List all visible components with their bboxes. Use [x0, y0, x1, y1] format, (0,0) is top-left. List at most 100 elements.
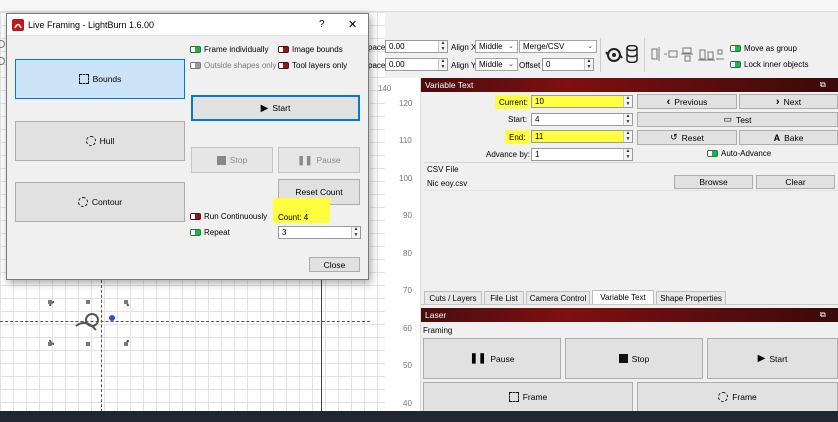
distribute-icons[interactable]	[650, 46, 724, 62]
merge-csv-select[interactable]: Merge/CSV ⌄	[519, 40, 597, 53]
align-x-select[interactable]: Middle ⌄	[475, 40, 518, 53]
tool-layers-switch[interactable]	[278, 62, 289, 70]
ruler-mark: 70	[403, 286, 412, 295]
reset-button[interactable]: ↺ Reset	[637, 130, 737, 145]
toolbar-separator-2	[644, 38, 645, 72]
align-y-select[interactable]: Middle ⌄	[475, 58, 518, 71]
hull-mode-button[interactable]: Hull	[15, 121, 185, 161]
count-label: Count: 4	[278, 213, 309, 222]
csv-file-name: Nic eoy.csv	[427, 179, 468, 188]
ruler-mark: 50	[403, 361, 412, 370]
frame-individually-label: Frame individually	[204, 45, 269, 54]
outside-shapes-label: Outside shapes only	[204, 61, 277, 70]
ruler-mark: 110	[399, 136, 412, 145]
tab-camera-control[interactable]: Camera Control	[526, 291, 590, 304]
laser-header: Laser	[421, 308, 838, 322]
run-continuously-switch[interactable]	[190, 213, 201, 221]
run-continuously-label: Run Continuously	[204, 212, 268, 221]
frame-individually-toggle[interactable]: Frame individually	[190, 45, 268, 54]
pause-button[interactable]: ❚❚ Pause	[278, 147, 360, 173]
move-as-group-label: Move as group	[744, 44, 797, 53]
csv-divider	[424, 162, 838, 163]
lock-inner-toggle[interactable]: Lock inner objects	[730, 60, 808, 69]
image-bounds-toggle[interactable]: Image bounds	[278, 45, 343, 54]
start-button[interactable]: ▶ Start	[191, 95, 360, 121]
close-button[interactable]: Close	[309, 257, 360, 272]
clear-button[interactable]: Clear	[756, 175, 835, 189]
panel-float-icon[interactable]: ⧉	[820, 80, 826, 90]
outside-shapes-toggle[interactable]: Outside shapes only	[190, 61, 277, 70]
auto-advance-switch[interactable]	[707, 150, 718, 158]
test-button[interactable]: ▭ Test	[637, 112, 838, 127]
database-icon[interactable]	[626, 45, 638, 63]
auto-advance-toggle[interactable]: Auto-Advance	[707, 149, 771, 158]
ruler-mark-140: 140	[378, 84, 392, 93]
image-bounds-switch[interactable]	[278, 46, 289, 54]
dialog-title: Live Framing - LightBurn 1.6.00	[28, 20, 155, 30]
tab-cuts-layers[interactable]: Cuts / Layers	[424, 291, 482, 304]
ruler-mark: 40	[403, 399, 412, 408]
pause-icon: ❚❚	[469, 353, 487, 364]
laser-float-icon[interactable]: ⧉	[820, 310, 826, 320]
top-strip	[0, 0, 838, 12]
next-button[interactable]: › Next	[739, 94, 838, 109]
previous-button[interactable]: ‹ Previous	[637, 94, 737, 109]
selected-shape-icon[interactable]	[40, 292, 140, 354]
frame-individually-switch[interactable]	[190, 46, 201, 54]
repeat-label: Repeat	[204, 228, 230, 237]
advance-by-field[interactable]: 1 ▲ ▼	[531, 148, 633, 161]
help-button[interactable]: ?	[319, 19, 325, 30]
repeat-field[interactable]: 3 ▲ ▼	[278, 226, 361, 239]
tab-file-list[interactable]: File List	[484, 291, 524, 304]
space-field-2[interactable]: 0.00 ▲ ▼	[385, 58, 448, 71]
offset-field[interactable]: 0 ▲ ▼	[542, 58, 594, 71]
current-field[interactable]: 10 ▲ ▼	[531, 95, 633, 108]
repeat-toggle[interactable]: Repeat	[190, 228, 230, 237]
tab-variable-text[interactable]: Variable Text	[592, 290, 654, 304]
contour-mode-button[interactable]: Contour	[15, 182, 185, 222]
ruler-mark: 60	[403, 324, 412, 333]
hull-icon	[85, 136, 96, 146]
ruler-mark: 120	[399, 99, 413, 108]
bounds-mode-button[interactable]: Bounds	[15, 59, 185, 99]
laser-stop-button[interactable]: Stop	[565, 338, 703, 379]
tabs-baseline	[421, 304, 838, 305]
toolbar-separator	[600, 38, 601, 72]
end-field[interactable]: 11 ▲ ▼	[531, 130, 633, 143]
play-icon: ▶	[260, 102, 269, 114]
run-continuously-toggle[interactable]: Run Continuously	[190, 212, 267, 221]
move-as-group-switch[interactable]	[730, 45, 741, 53]
outside-shapes-switch[interactable]	[190, 62, 201, 70]
align-y-label: Align Y	[451, 61, 477, 70]
offset-label: Offset	[519, 61, 541, 70]
move-as-group-toggle[interactable]: Move as group	[730, 44, 797, 53]
space-label-1: pace	[368, 43, 386, 52]
space-label-2: pace	[368, 61, 386, 70]
browse-button[interactable]: Browse	[674, 175, 753, 189]
chevron-left-icon: ‹	[666, 95, 671, 108]
frame-rect-icon	[508, 392, 519, 402]
laser-start-button[interactable]: ▶ Start	[707, 338, 838, 379]
frame-circle-icon	[718, 392, 729, 402]
stop-button[interactable]: Stop	[191, 147, 273, 173]
laser-pause-button[interactable]: ❚❚ Pause	[423, 338, 561, 379]
bake-button[interactable]: A Bake	[739, 130, 838, 145]
lock-inner-switch[interactable]	[730, 61, 741, 69]
tool-layers-toggle[interactable]: Tool layers only	[278, 61, 347, 70]
rotary-icon[interactable]	[605, 46, 623, 64]
csv-list-area	[424, 190, 838, 290]
lightburn-logo-icon	[12, 19, 24, 31]
tab-shape-properties[interactable]: Shape Properties	[656, 291, 726, 304]
repeat-switch[interactable]	[190, 229, 201, 237]
space-field-1[interactable]: 0.00 ▲ ▼	[385, 40, 448, 53]
laser-frame-circle-button[interactable]: Frame	[637, 382, 838, 412]
laser-frame-button[interactable]: Frame	[423, 382, 633, 412]
play-icon: ▶	[757, 353, 766, 364]
start-field[interactable]: 4 ▲ ▼	[531, 113, 633, 126]
ruler-mark: 100	[399, 174, 413, 183]
bake-icon: A	[773, 132, 781, 143]
stop-icon	[216, 155, 226, 165]
close-icon[interactable]: ✕	[348, 18, 357, 31]
bounds-icon	[78, 74, 89, 84]
stop-icon	[618, 354, 628, 363]
